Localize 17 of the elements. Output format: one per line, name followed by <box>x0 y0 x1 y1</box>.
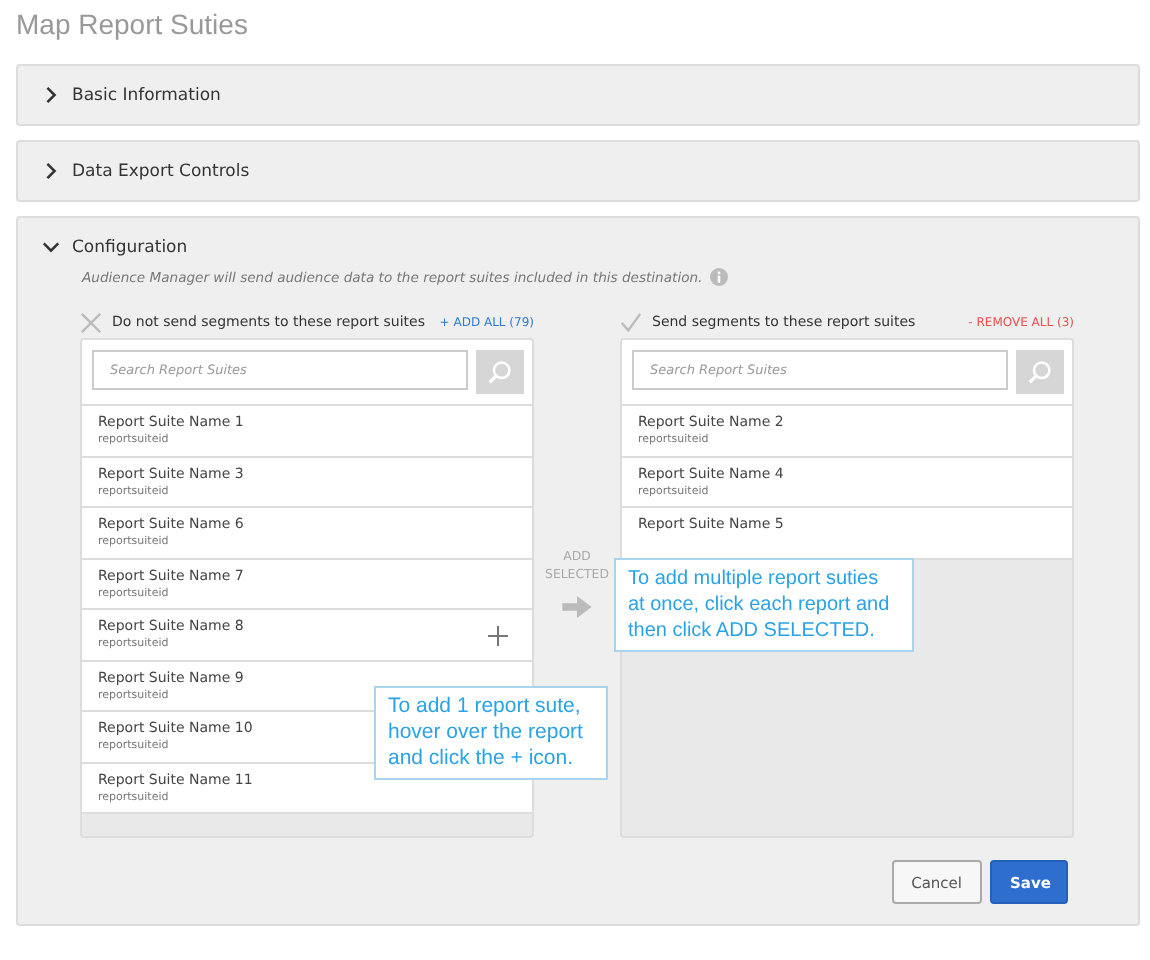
tooltip: To add multiple report suties at once, click each report and then click ADD SELECTED. <box>614 558 914 652</box>
section-header[interactable]: Basic Information <box>18 66 221 124</box>
chevron-icon <box>42 86 60 104</box>
section-header[interactable]: Data Export Controls <box>18 142 250 200</box>
tooltip: To add 1 report sute, hover over the report and click the + icon. <box>374 686 608 780</box>
search-icon <box>1028 360 1052 384</box>
close-icon <box>80 311 102 333</box>
chevron-icon <box>42 162 60 180</box>
page-title: Map Report Suties <box>16 8 250 44</box>
search-icon <box>488 360 512 384</box>
search-button[interactable] <box>476 350 524 394</box>
checkmark-icon <box>620 311 642 333</box>
right-arrow-icon <box>562 595 592 617</box>
chevron-icon <box>42 238 60 256</box>
info-icon[interactable] <box>710 268 729 286</box>
plus-icon[interactable] <box>488 626 508 646</box>
search-button[interactable] <box>1016 350 1064 394</box>
